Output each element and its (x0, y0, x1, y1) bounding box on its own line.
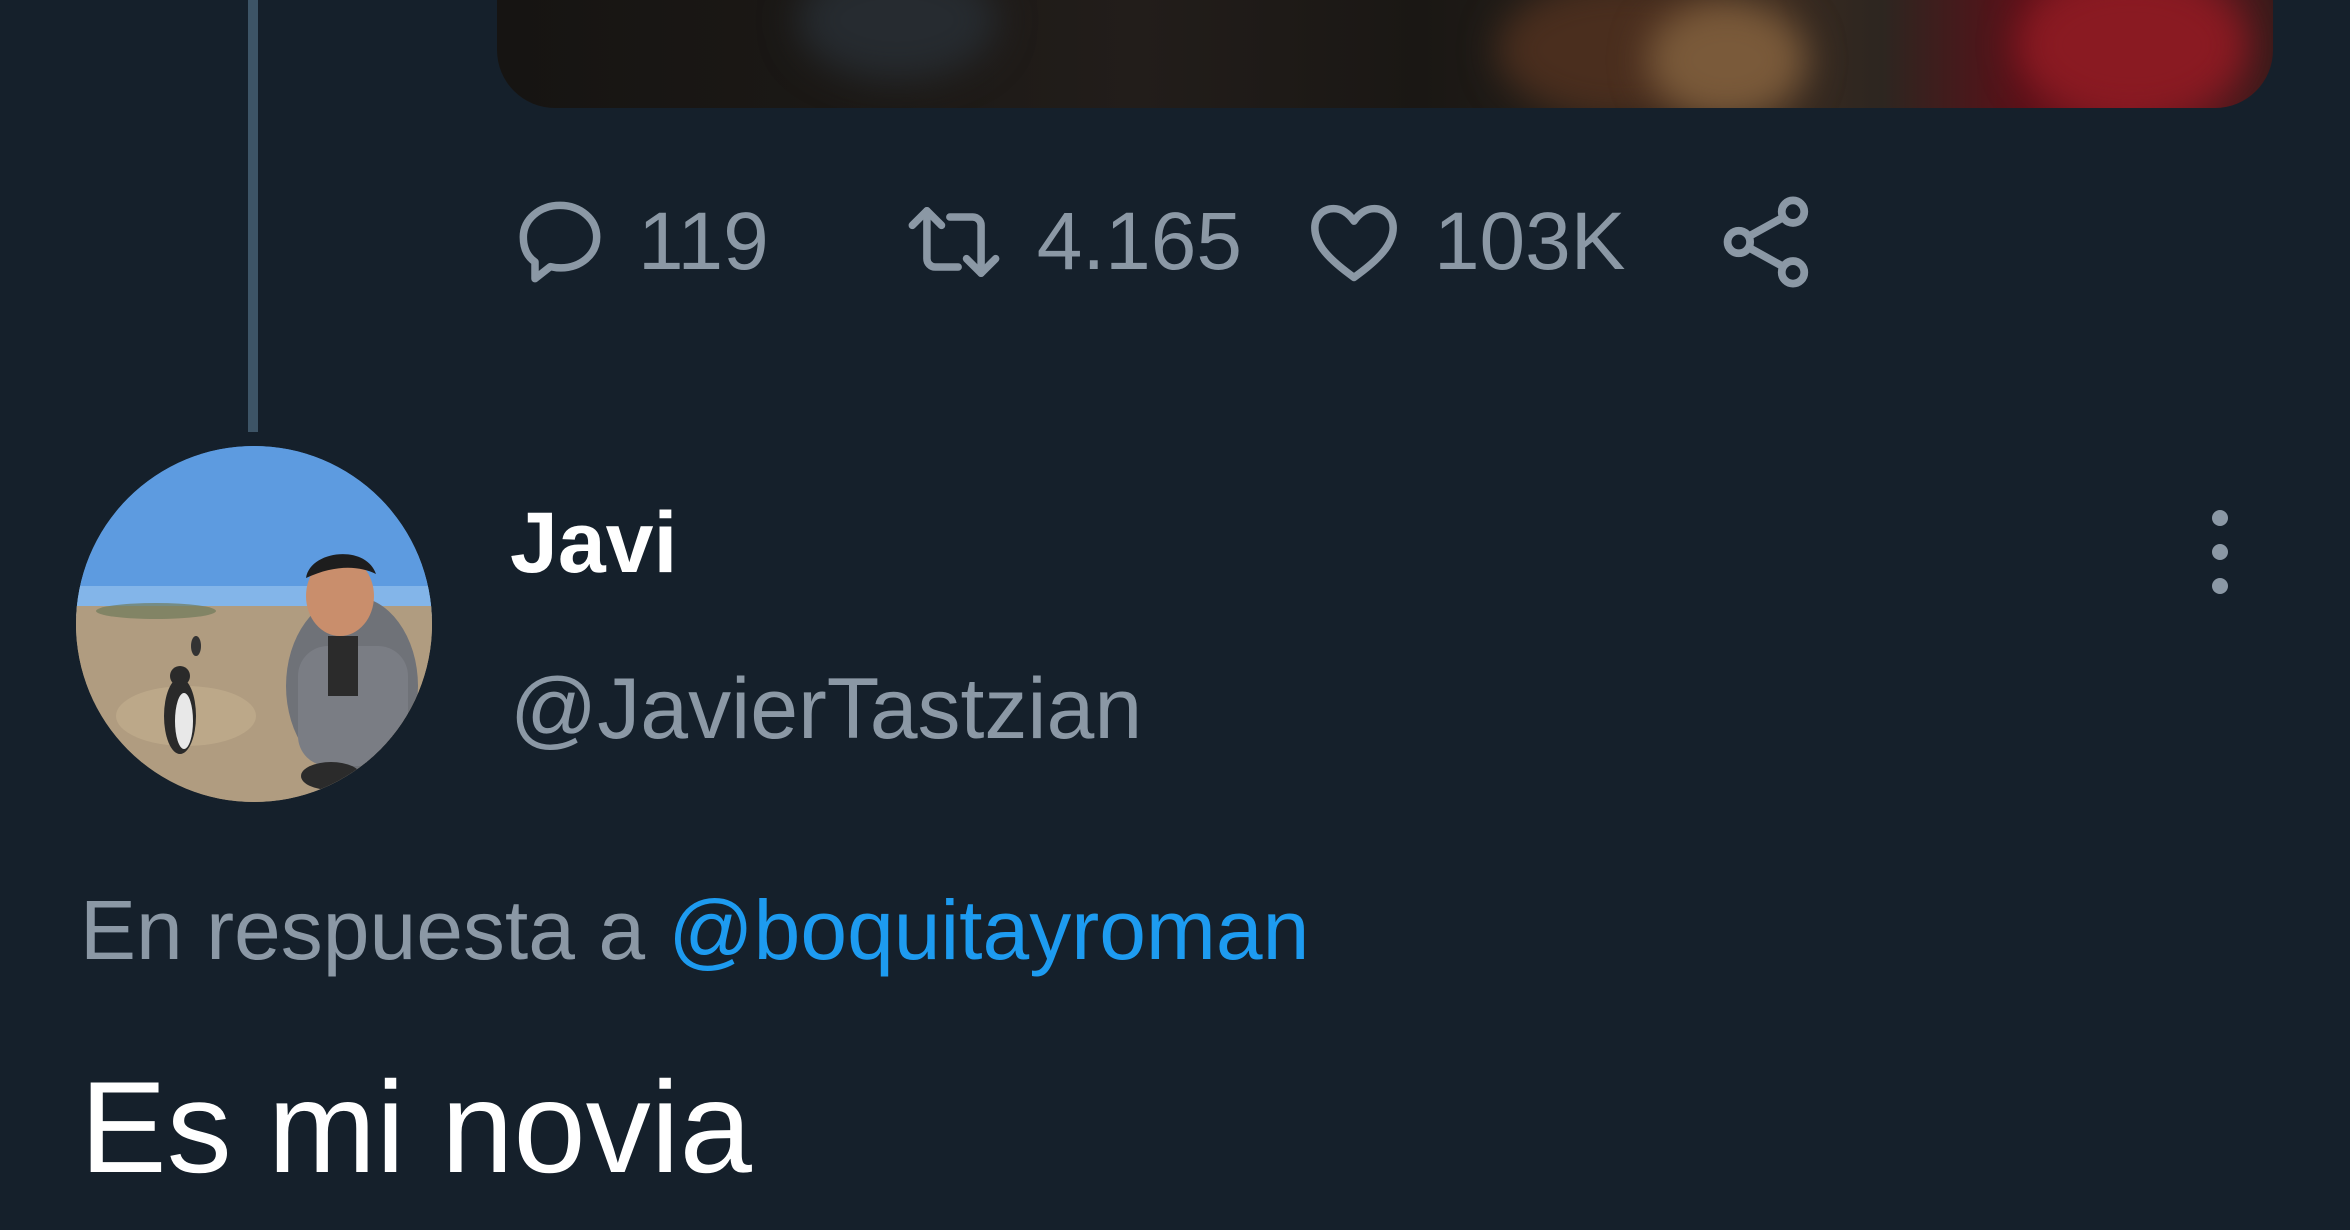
share-button[interactable] (1715, 190, 1819, 294)
reply-mention-link[interactable]: @boquitayroman (668, 883, 1309, 977)
retweet-icon (899, 192, 1009, 292)
author-name[interactable]: Javi (510, 500, 677, 586)
more-vertical-icon[interactable] (2200, 508, 2240, 596)
like-count: 103K (1433, 196, 1626, 287)
reply-button[interactable]: 119 (510, 192, 769, 292)
retweet-count: 4.165 (1036, 196, 1242, 287)
in-reply-to: En respuesta a @boquitayroman (80, 888, 1309, 972)
tweet-media-image[interactable] (497, 0, 2273, 108)
retweet-button[interactable]: 4.165 (899, 192, 1242, 292)
media-detail (1647, 0, 1807, 108)
like-button[interactable]: 103K (1302, 192, 1626, 292)
tweet-action-bar: 119 4.165 103K (510, 192, 1819, 292)
reply-icon (510, 192, 610, 292)
author-handle[interactable]: @JavierTastzian (510, 666, 1142, 752)
share-icon (1715, 190, 1819, 294)
media-detail (797, 0, 997, 80)
in-reply-prefix: En respuesta a (80, 883, 646, 977)
tweet-text: Es mi novia (80, 1054, 752, 1200)
reply-count: 119 (638, 196, 769, 287)
avatar[interactable] (76, 446, 432, 802)
avatar-photo (76, 446, 432, 802)
like-icon (1302, 192, 1406, 292)
thread-connector-line (248, 0, 258, 432)
media-detail (2017, 0, 2247, 108)
